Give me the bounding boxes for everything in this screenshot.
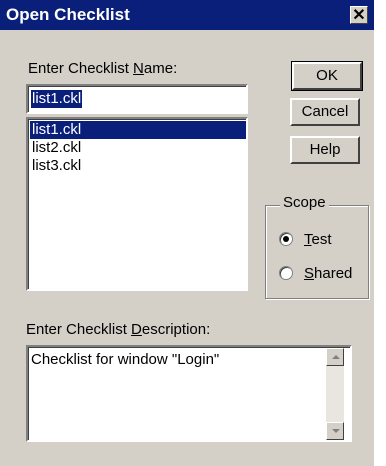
window-title: Open Checklist [6,5,130,24]
arrow-up-icon [332,355,340,359]
ok-button[interactable]: OK [291,61,363,91]
scope-shared-label[interactable]: Shared [304,265,352,282]
list-item[interactable]: list2.ckl [30,139,246,157]
checklist-description-textarea[interactable]: Checklist for window "Login" [26,345,352,442]
list-item[interactable]: list1.ckl [30,121,246,139]
checklist-name-input[interactable]: list1.ckl [26,84,248,114]
list-item[interactable]: list3.ckl [30,157,246,175]
checklist-name-label: Enter Checklist Name: [28,60,178,77]
scope-groupbox [265,205,369,299]
arrow-down-icon [332,429,340,433]
checklist-name-value: list1.ckl [31,90,83,108]
checklist-description-value: Checklist for window "Login" [31,351,220,368]
scope-test-radio[interactable] [279,232,293,246]
open-checklist-dialog: Open Checklist ✕ Enter Checklist Name: l… [0,0,374,466]
scope-test-label[interactable]: Test [304,231,332,248]
scope-shared-radio[interactable] [279,266,293,280]
cancel-button[interactable]: Cancel [290,98,360,126]
close-button[interactable]: ✕ [350,6,368,24]
scope-label: Scope [280,194,329,211]
scroll-down-button[interactable] [326,422,344,440]
title-bar[interactable]: Open Checklist ✕ [0,0,374,30]
checklist-listbox[interactable]: list1.ckl list2.ckl list3.ckl [26,117,248,291]
scroll-up-button[interactable] [326,348,344,366]
description-scrollbar[interactable] [326,348,344,440]
checklist-description-label: Enter Checklist Description: [26,321,211,338]
close-icon: ✕ [352,7,366,24]
radio-selected-dot [283,236,289,242]
help-button[interactable]: Help [290,136,360,164]
